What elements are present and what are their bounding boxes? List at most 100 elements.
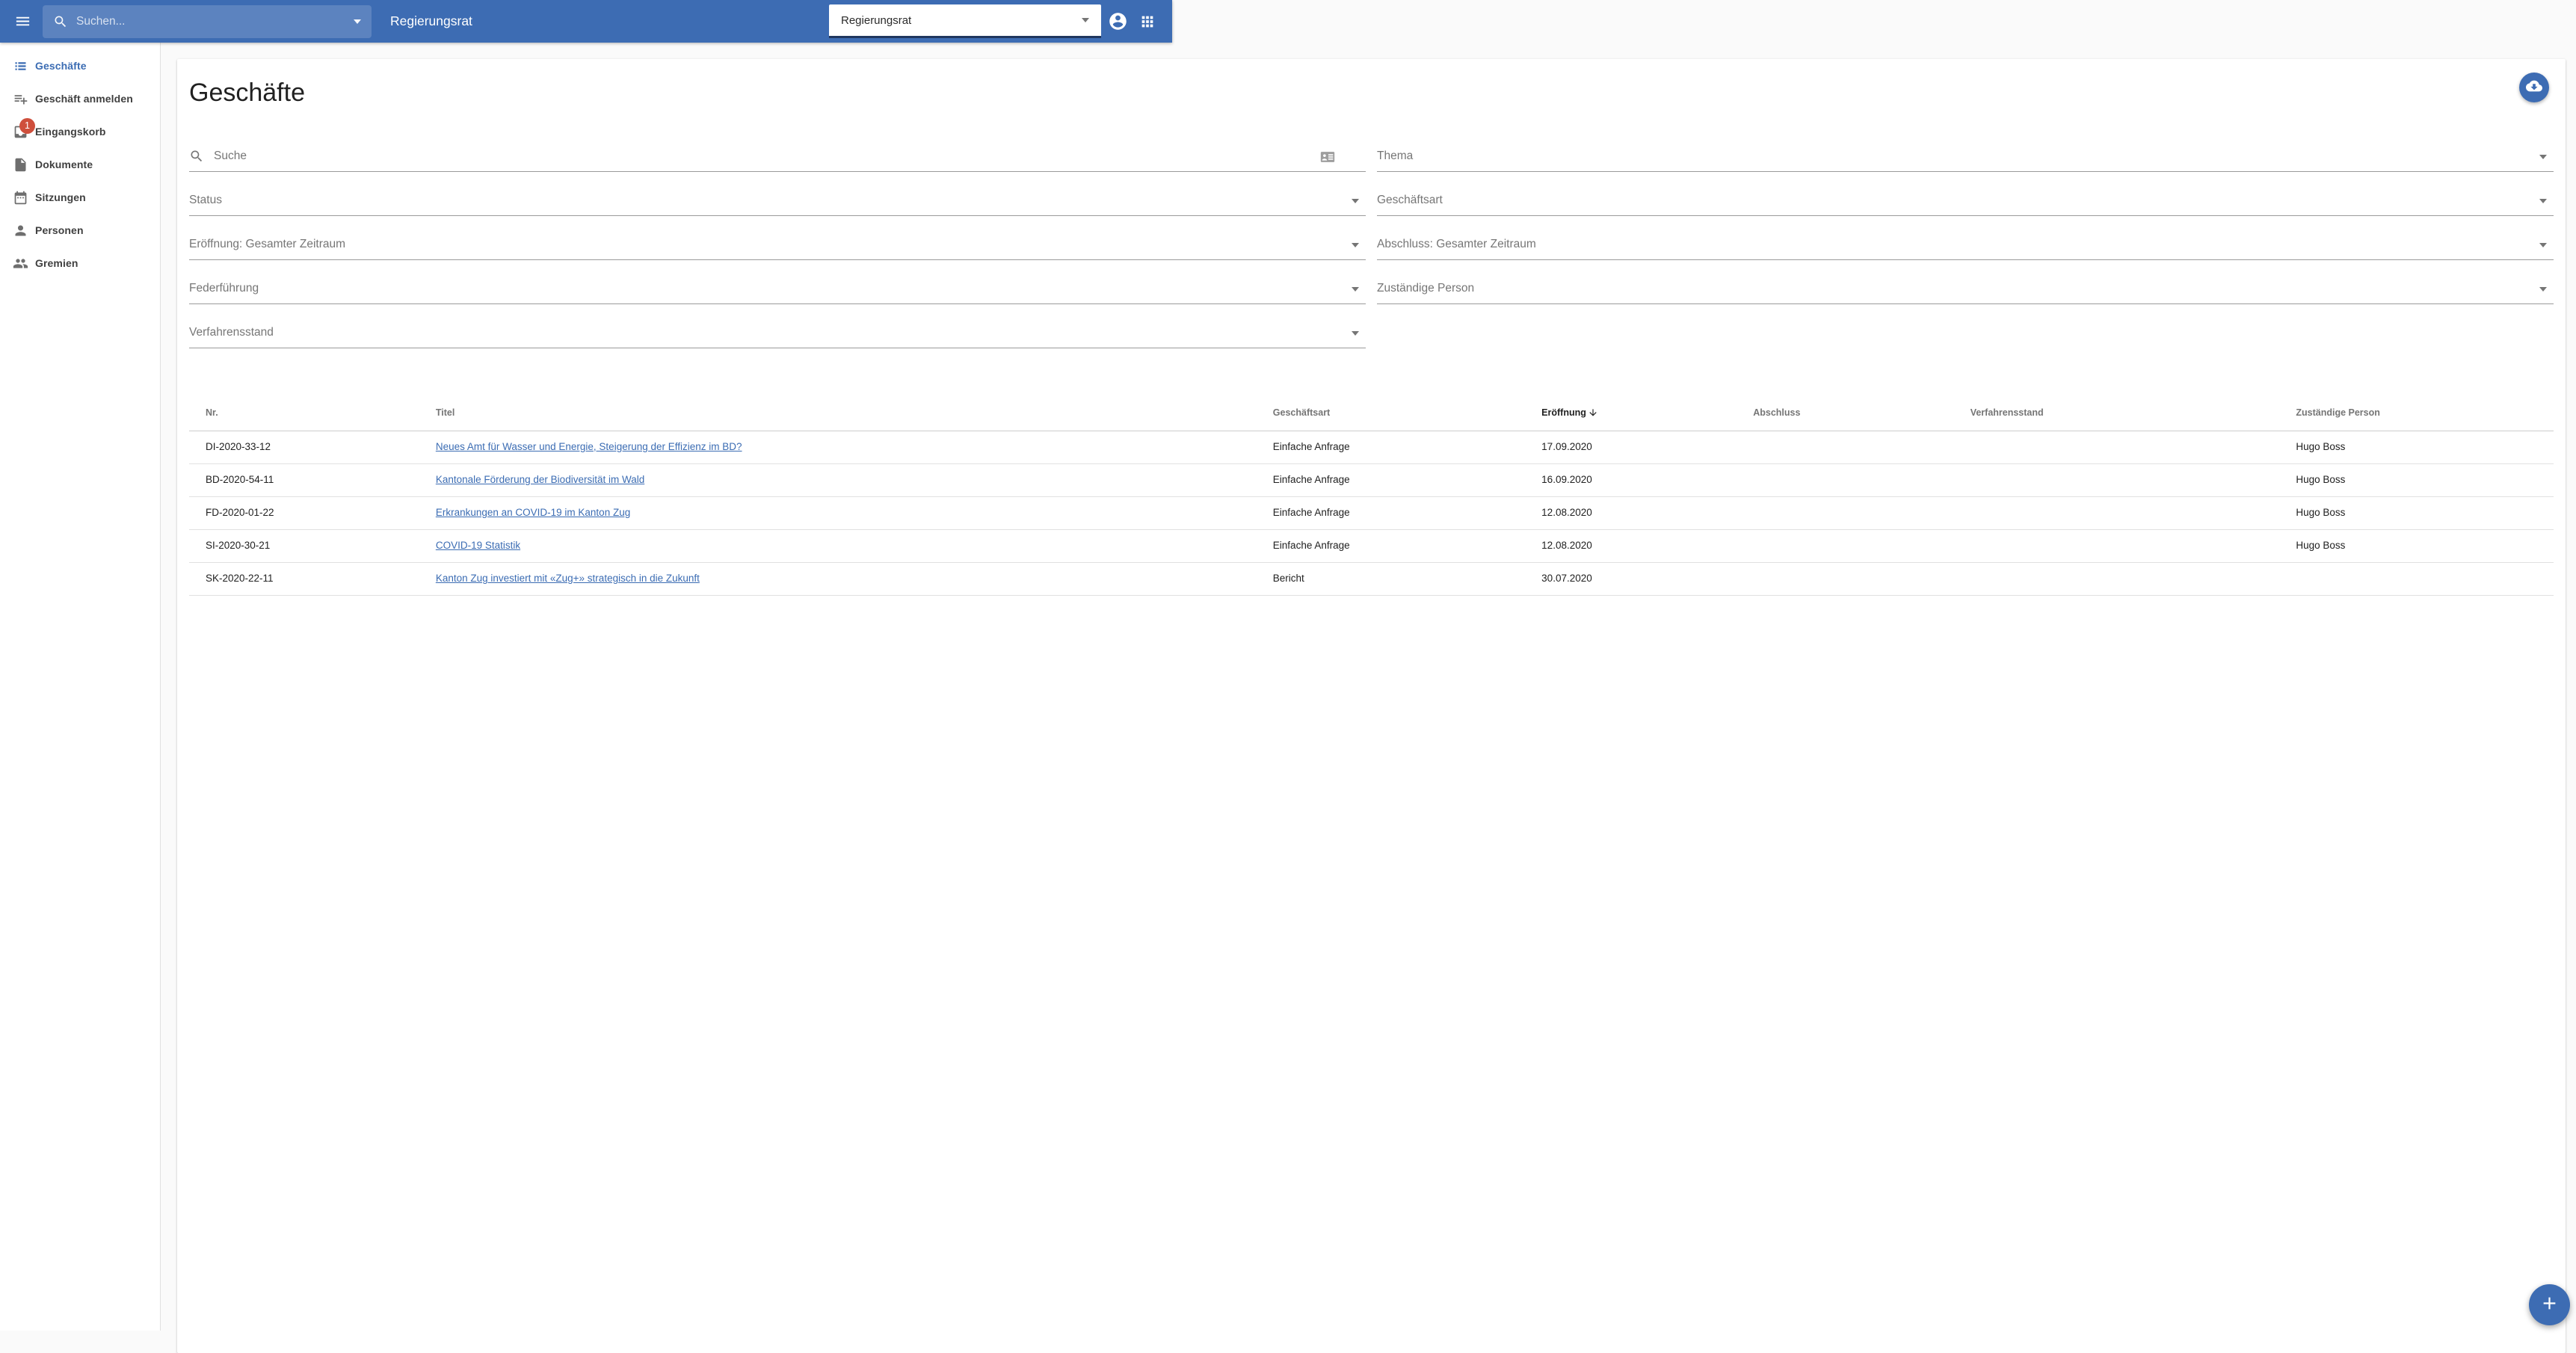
sidebar-item-geschaefte[interactable]: Geschäfte xyxy=(0,49,160,82)
sidebar-item-personen[interactable]: Personen xyxy=(0,214,160,247)
filter-search-input[interactable]: Suche xyxy=(189,128,1366,172)
cell-abschluss xyxy=(1753,529,1970,562)
sidebar-item-geschaeft-anmelden[interactable]: Geschäft anmelden xyxy=(0,82,160,115)
cell-nr: SI-2020-30-21 xyxy=(189,529,436,562)
geschaeft-link[interactable]: Kanton Zug investiert mit «Zug+» strateg… xyxy=(436,573,700,584)
column-header-zustaendige-person[interactable]: Zuständige Person xyxy=(2296,395,2554,431)
table-header-row: Nr. Titel Geschäftsart Eröffnung Abschlu… xyxy=(189,395,2554,431)
account-circle-icon xyxy=(1108,11,1128,31)
column-header-nr[interactable]: Nr. xyxy=(189,395,436,431)
filter-federfuehrung-select[interactable]: Federführung xyxy=(189,260,1366,304)
cell-zustaendige-person: Hugo Boss xyxy=(2296,496,2554,529)
filter-zustaendige-person-select[interactable]: Zuständige Person xyxy=(1377,260,2554,304)
sidebar-item-dokumente[interactable]: Dokumente xyxy=(0,148,160,181)
search-icon xyxy=(53,14,68,29)
apps-menu-button[interactable] xyxy=(1133,7,1162,37)
sidebar-item-label: Sitzungen xyxy=(35,191,86,203)
add-geschaeft-button[interactable] xyxy=(2529,1284,2570,1325)
sidebar-item-label: Dokumente xyxy=(35,158,93,170)
cell-titel: Neues Amt für Wasser und Energie, Steige… xyxy=(436,431,1273,463)
sidebar-item-label: Geschäfte xyxy=(35,60,87,72)
chevron-down-icon xyxy=(2539,155,2547,159)
sidebar-item-eingangskorb[interactable]: 1 Eingangskorb xyxy=(0,115,160,148)
contact-card-icon[interactable] xyxy=(1319,149,1336,165)
cell-abschluss xyxy=(1753,562,1970,595)
chevron-down-icon xyxy=(2539,287,2547,292)
geschaeft-link[interactable]: Erkrankungen an COVID-19 im Kanton Zug xyxy=(436,507,630,518)
global-search-input[interactable]: Suchen... xyxy=(43,5,372,38)
cell-titel: Erkrankungen an COVID-19 im Kanton Zug xyxy=(436,496,1273,529)
cell-verfahrensstand xyxy=(1970,529,2296,562)
apps-grid-icon xyxy=(1139,13,1156,30)
hamburger-icon xyxy=(14,13,31,30)
playlist-add-icon xyxy=(13,91,28,107)
inbox-icon: 1 xyxy=(13,124,28,140)
sidebar-item-label: Eingangskorb xyxy=(35,126,106,138)
column-header-eroeffnung[interactable]: Eröffnung xyxy=(1541,395,1753,431)
cloud-download-icon xyxy=(2526,78,2542,98)
column-header-geschaeftsart[interactable]: Geschäftsart xyxy=(1273,395,1541,431)
table-row: BD-2020-54-11 Kantonale Förderung der Bi… xyxy=(189,463,2554,496)
chevron-down-icon xyxy=(1352,199,1359,203)
person-icon xyxy=(13,223,28,238)
filter-search-placeholder: Suche xyxy=(214,150,247,163)
filter-eroeffnung-select[interactable]: Eröffnung: Gesamter Zeitraum xyxy=(189,216,1366,260)
geschaeft-link[interactable]: Neues Amt für Wasser und Energie, Steige… xyxy=(436,441,742,452)
search-icon xyxy=(189,149,204,164)
cell-geschaeftsart: Bericht xyxy=(1273,562,1541,595)
cell-titel: Kantonale Förderung der Biodiversität im… xyxy=(436,463,1273,496)
cell-verfahrensstand xyxy=(1970,496,2296,529)
chevron-down-icon xyxy=(1352,331,1359,336)
geschaeft-link[interactable]: COVID-19 Statistik xyxy=(436,540,520,551)
app-title: Regierungsrat xyxy=(390,13,472,29)
cell-eroeffnung: 12.08.2020 xyxy=(1541,496,1753,529)
cell-eroeffnung: 12.08.2020 xyxy=(1541,529,1753,562)
filter-thema-select[interactable]: Thema xyxy=(1377,128,2554,172)
cell-nr: FD-2020-01-22 xyxy=(189,496,436,529)
cell-titel: COVID-19 Statistik xyxy=(436,529,1273,562)
cell-zustaendige-person: Hugo Boss xyxy=(2296,463,2554,496)
sidebar-item-sitzungen[interactable]: Sitzungen xyxy=(0,181,160,214)
table-row: DI-2020-33-12 Neues Amt für Wasser und E… xyxy=(189,431,2554,463)
cell-nr: BD-2020-54-11 xyxy=(189,463,436,496)
filter-verfahrensstand-select[interactable]: Verfahrensstand xyxy=(189,304,1366,348)
column-header-verfahrensstand[interactable]: Verfahrensstand xyxy=(1970,395,2296,431)
cell-geschaeftsart: Einfache Anfrage xyxy=(1273,496,1541,529)
table-row: SI-2020-30-21 COVID-19 Statistik Einfach… xyxy=(189,529,2554,562)
cell-verfahrensstand xyxy=(1970,562,2296,595)
cell-geschaeftsart: Einfache Anfrage xyxy=(1273,529,1541,562)
filter-geschaeftsart-select[interactable]: Geschäftsart xyxy=(1377,172,2554,216)
mandant-select-value: Regierungsrat xyxy=(841,14,1082,27)
filter-status-select[interactable]: Status xyxy=(189,172,1366,216)
main-content: Geschäfte Suche Thema Stat xyxy=(161,43,2576,1331)
calendar-icon xyxy=(13,190,28,206)
column-header-abschluss[interactable]: Abschluss xyxy=(1753,395,1970,431)
geschaeft-link[interactable]: Kantonale Förderung der Biodiversität im… xyxy=(436,474,644,485)
menu-button[interactable] xyxy=(4,7,40,37)
cell-titel: Kanton Zug investiert mit «Zug+» strateg… xyxy=(436,562,1273,595)
sidebar-item-label: Gremien xyxy=(35,257,78,269)
chevron-down-icon xyxy=(1352,243,1359,247)
cell-nr: SK-2020-22-11 xyxy=(189,562,436,595)
account-button[interactable] xyxy=(1103,7,1133,37)
document-icon xyxy=(13,157,28,173)
cell-zustaendige-person: Hugo Boss xyxy=(2296,431,2554,463)
plus-icon xyxy=(2539,1293,2560,1317)
mandant-select[interactable]: Regierungsrat xyxy=(829,4,1101,38)
cell-geschaeftsart: Einfache Anfrage xyxy=(1273,431,1541,463)
cell-zustaendige-person xyxy=(2296,562,2554,595)
cell-eroeffnung: 30.07.2020 xyxy=(1541,562,1753,595)
cell-eroeffnung: 17.09.2020 xyxy=(1541,431,1753,463)
cell-zustaendige-person: Hugo Boss xyxy=(2296,529,2554,562)
filter-abschluss-select[interactable]: Abschluss: Gesamter Zeitraum xyxy=(1377,216,2554,260)
export-button[interactable] xyxy=(2519,73,2549,102)
sort-desc-icon xyxy=(1588,407,1598,418)
chevron-down-icon xyxy=(2539,199,2547,203)
column-header-titel[interactable]: Titel xyxy=(436,395,1273,431)
unread-count-badge: 1 xyxy=(19,118,35,134)
sidebar-item-label: Personen xyxy=(35,224,84,236)
chevron-down-icon xyxy=(1352,287,1359,292)
sidebar-item-gremien[interactable]: Gremien xyxy=(0,247,160,280)
sidebar: Geschäfte Geschäft anmelden 1 Eingangsko… xyxy=(0,43,161,1331)
filter-panel: Suche Thema Status Geschäftsart Eröffnun… xyxy=(189,128,2554,348)
